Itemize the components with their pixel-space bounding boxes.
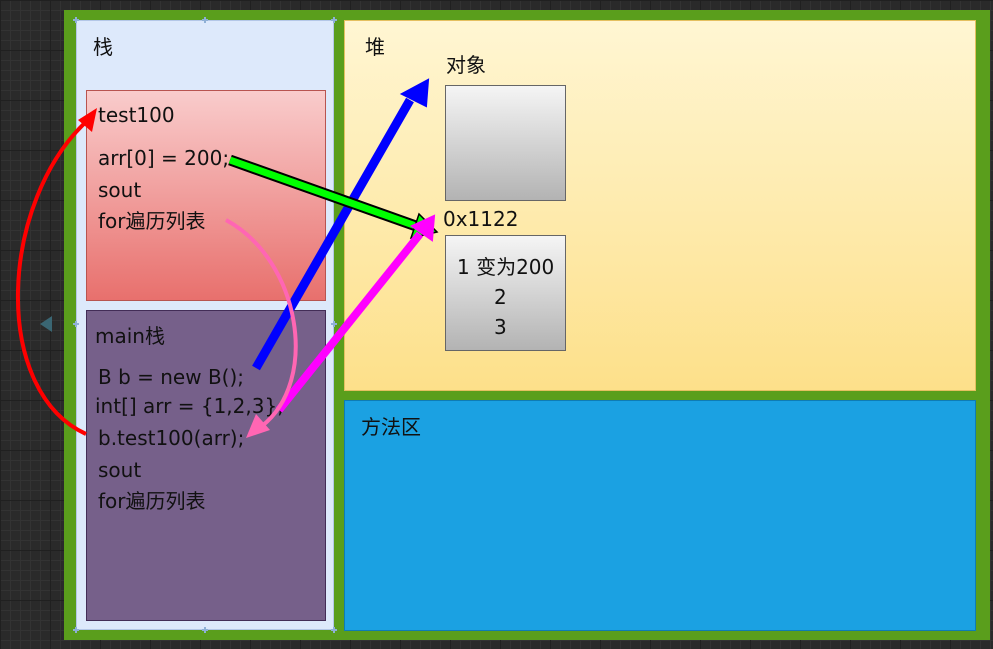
call-arrow xyxy=(15,118,90,436)
arrows-layer xyxy=(15,78,439,438)
new-object-arrow xyxy=(252,97,414,371)
write-element-arrow xyxy=(228,156,418,230)
array-reference-arrow xyxy=(275,231,424,413)
return-arrow-head xyxy=(246,414,270,438)
connector-arrow-icon xyxy=(40,316,52,332)
